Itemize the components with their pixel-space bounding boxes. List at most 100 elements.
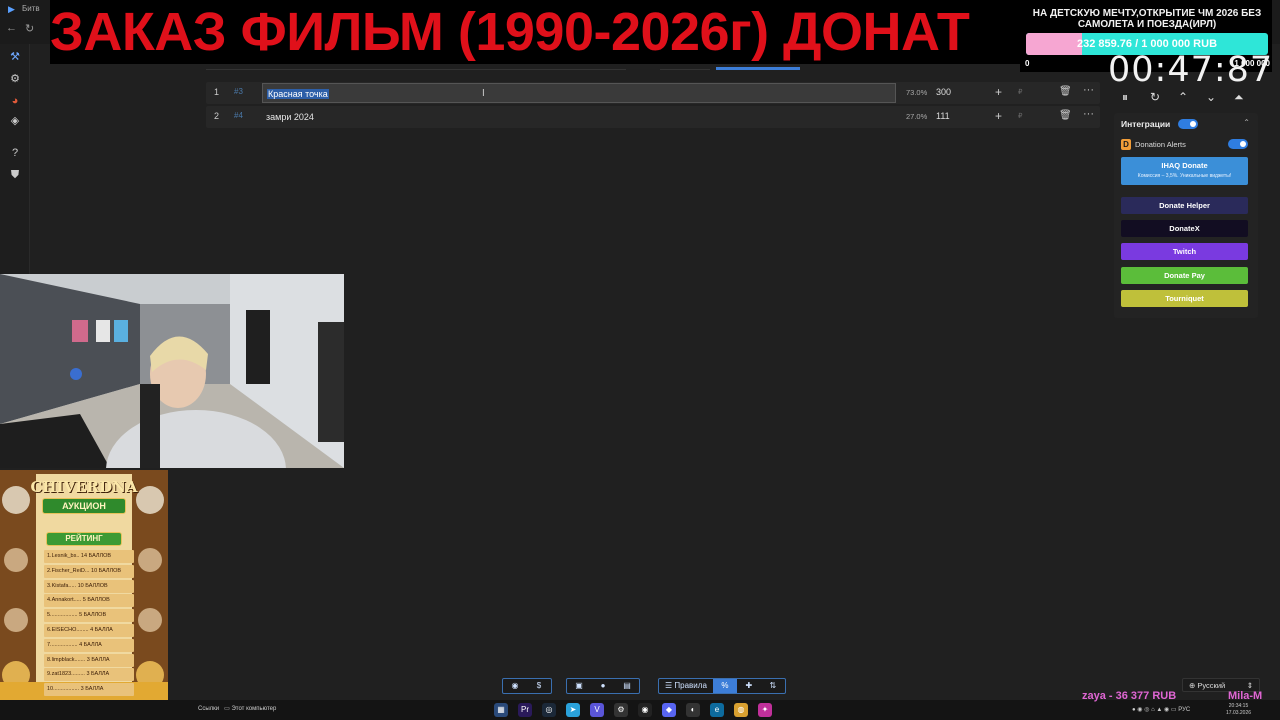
trash-icon[interactable]: 🗑 (1059, 110, 1072, 121)
shield-icon[interactable]: ⛊ (8, 168, 22, 182)
add-amount-button[interactable]: + (995, 109, 1002, 123)
layers-icon[interactable]: ◈ (8, 114, 22, 128)
add-icon[interactable]: ✚ (737, 679, 761, 693)
stream-banner: ЗАКАЗ ФИЛЬМ (1990-2026г) ДОНАТ (50, 0, 1022, 64)
sort-icon[interactable]: ⇅ (761, 679, 785, 693)
integrations-toggle[interactable] (1178, 119, 1198, 129)
chevron-up-icon[interactable]: ⌃ (1178, 90, 1188, 104)
donate-pay-button[interactable]: Donate Pay (1121, 267, 1248, 284)
obs-icon[interactable]: ◉ (638, 703, 652, 717)
browser-tab-label[interactable]: Битв (22, 4, 40, 13)
back-icon[interactable]: ← (6, 22, 17, 35)
telegram-icon[interactable]: ➤ (566, 703, 580, 717)
lot-name-selected-text: Красная точка (267, 89, 329, 99)
lot-amount[interactable]: 300 (936, 87, 951, 97)
premiere-icon[interactable]: Pr (518, 703, 532, 717)
save-icon[interactable]: ▣ (567, 679, 591, 693)
reload-icon[interactable]: ↻ (25, 22, 34, 35)
lot-amount[interactable]: 111 (936, 111, 950, 121)
trash-icon[interactable]: 🗑 (1059, 86, 1072, 97)
lot-index: 1 (214, 87, 220, 97)
gavel-icon[interactable]: ⚒ (8, 50, 22, 64)
windows-taskbar: Ссылки ▭ Этот компьютер ▦ Pr ◎ ➤ V ⚙ ◉ ◆… (0, 700, 1280, 720)
taskbar-clock[interactable]: 20:34:15 17.03.2026 (1226, 703, 1251, 717)
currency-icon: ₽ (1018, 89, 1023, 96)
settings-icon[interactable]: ⚙ (614, 703, 628, 717)
twitch-button[interactable]: Twitch (1121, 243, 1248, 260)
pause-icon[interactable]: ⏸ (1122, 90, 1128, 105)
rating-widget: CHIVERDNA АУКЦИОН РЕЙТИНГ 1.Lesnik_bs.. … (0, 470, 168, 700)
language-label: Русский (1197, 681, 1226, 690)
integrations-panel: Интеграции ⌃ D Donation Alerts IHAQ Donat… (1114, 113, 1258, 318)
capture-icon[interactable]: ◐ (686, 703, 700, 717)
rules-button[interactable]: ☰ Правила (659, 679, 713, 693)
currency-icon: ₽ (1018, 113, 1023, 120)
webcam-feed (0, 274, 344, 468)
rating-entry: 3.Kistafa..... 10 БАЛЛОВ (44, 579, 134, 593)
rating-entry: 6.EISECHO........ 4 БАЛЛА (44, 623, 134, 637)
rating-entry: 7.................. 4 БАЛЛА (44, 638, 134, 652)
rating-entry: 8.limpblack....... 3 БАЛЛА (44, 653, 134, 667)
wheel-icon[interactable]: ◕ (8, 94, 22, 108)
lot-row[interactable]: 2 #4 замри 2024 27.0% 111 + ₽ 🗑 ··· (206, 106, 1100, 128)
percent-button[interactable]: % (712, 679, 737, 693)
system-tray[interactable]: ● ◉ ◎ ⌂ ▲ ◉ ▭ РУС (1132, 706, 1190, 713)
donor-overlay-left: zaya - 36 377 RUB (1082, 690, 1177, 702)
ihaq-donate-button[interactable]: IHAQ Donate Комиссия – 3,5%. Уникальные … (1121, 157, 1248, 185)
donate-helper-button[interactable]: Donate Helper (1121, 197, 1248, 214)
collapse-icon[interactable]: ⏶ (1234, 90, 1244, 105)
more-icon[interactable]: ··· (1083, 84, 1094, 96)
rating-entry: 2.Fischer_ReiD... 10 БАЛЛОВ (44, 564, 134, 578)
browser-nav: ← ↻ (6, 22, 34, 35)
donation-alerts-label: Donation Alerts (1135, 140, 1186, 149)
github-icon[interactable]: ◉ (503, 679, 527, 693)
rating-entry: 5.................. 5 БАЛЛОВ (44, 609, 134, 623)
donation-alerts-row: D Donation Alerts (1121, 139, 1186, 150)
chevron-up-icon[interactable]: ⌃ (1243, 118, 1250, 127)
lot-row[interactable]: 1 #3 Красная точка 73.0% 300 + ₽ 🗑 ··· (206, 82, 1100, 104)
edge-icon[interactable]: e (710, 703, 724, 717)
add-amount-button[interactable]: + (995, 85, 1002, 99)
toolbar-group-mode: ☰ Правила % ✚ ⇅ (658, 678, 786, 694)
lot-hash: #4 (234, 111, 243, 120)
reset-icon[interactable]: ↻ (1150, 90, 1160, 104)
donor-overlay-right: Mila-M (1228, 690, 1263, 702)
discord-icon[interactable]: ◆ (662, 703, 676, 717)
toolbar-group-save: ▣ ● ▤ (566, 678, 640, 694)
tourniquet-button[interactable]: Tourniquet (1121, 290, 1248, 307)
lot-name-input[interactable]: замри 2024 (262, 107, 896, 127)
rating-entry: 10................. 3 БАЛЛА (44, 683, 134, 697)
messenger-icon[interactable]: ✦ (758, 703, 772, 717)
goal-title: НА ДЕТСКУЮ МЕЧТУ,ОТКРЫТИЕ ЧМ 2026 БЕЗ СА… (1032, 8, 1262, 30)
text-cursor-icon: I (482, 88, 485, 99)
bomb-icon[interactable]: ● (591, 679, 615, 693)
chevron-down-icon[interactable]: ⌄ (1206, 90, 1216, 104)
viber-icon[interactable]: V (590, 703, 604, 717)
help-icon[interactable]: ? (8, 146, 22, 160)
rating-list: 1.Lesnik_bs.. 14 БАЛЛОВ 2.Fischer_ReiD..… (44, 550, 134, 698)
auction-timer: 00:47:87 (1108, 50, 1274, 90)
donatex-button[interactable]: DonateX (1121, 220, 1248, 237)
lot-percent: 27.0% (906, 112, 928, 121)
lot-percent: 73.0% (906, 88, 928, 97)
rating-subtitle: АУКЦИОН (42, 498, 126, 514)
rating-badge: РЕЙТИНГ (46, 532, 122, 546)
rating-entry: 1.Lesnik_bs.. 14 БАЛЛОВ (44, 550, 134, 563)
dollar-icon[interactable]: $ (527, 679, 551, 693)
donation-alerts-toggle[interactable] (1228, 139, 1248, 149)
app-left-rail: ⚒ ⚙ ◕ ◈ ? ⛊ (0, 44, 30, 274)
timer-controls: ⏸ ↻ ⌃ ⌄ ⏶ (1118, 90, 1258, 106)
gear-icon[interactable]: ⚙ (8, 72, 22, 86)
rules-label: Правила (674, 681, 707, 690)
rating-entry: 9.zat1823......... 3 БАЛЛА (44, 668, 134, 682)
clipboard-icon[interactable]: ▤ (615, 679, 639, 693)
lot-index: 2 (214, 111, 220, 121)
webcam-image (0, 274, 344, 468)
more-icon[interactable]: ··· (1083, 108, 1094, 120)
lot-name-input[interactable]: Красная точка (262, 83, 896, 103)
taskbar-links[interactable]: Ссылки ▭ Этот компьютер (198, 705, 276, 712)
ihaq-label: IHAQ Donate (1161, 161, 1208, 170)
calculator-icon[interactable]: ▦ (494, 703, 508, 717)
chrome-icon[interactable]: ◍ (734, 703, 748, 717)
steam-icon[interactable]: ◎ (542, 703, 556, 717)
